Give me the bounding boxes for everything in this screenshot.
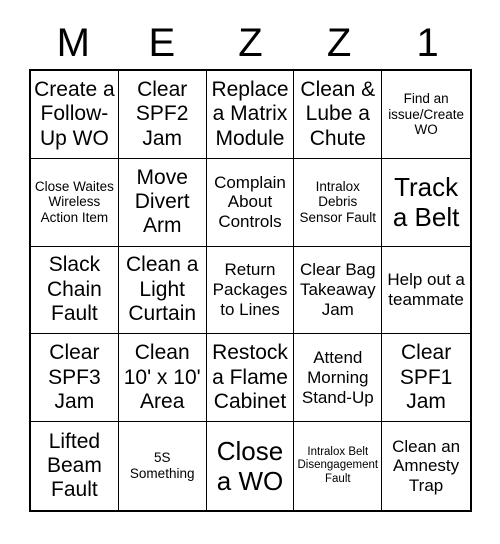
bingo-cell-label: Complain About Controls [214,172,286,232]
bingo-cell[interactable]: Clean & Lube a Chute [294,71,383,159]
bingo-cell[interactable]: Lifted Beam Fault [31,422,119,510]
bingo-cell[interactable]: 5S Something [118,422,207,510]
bingo-cell[interactable]: Close Waites Wireless Action Item [31,158,119,247]
bingo-cell[interactable]: Intralox Belt Disengagement Fault [294,422,383,510]
bingo-cell-label: Clear SPF3 Jam [48,341,101,413]
bingo-cell-label: 5S Something [129,450,195,482]
bingo-cell[interactable]: Attend Morning Stand-Up [294,334,383,423]
bingo-cell-label: Replace a Matrix Module [211,77,289,150]
bingo-cell[interactable]: Clean 10' x 10' Area [118,334,207,423]
bingo-cell-label: Return Packages to Lines [212,260,288,319]
header-letter-2: E [148,20,176,65]
bingo-cell-label: Find an issue/Create WO [388,90,464,138]
header-letter-3: Z [238,20,263,65]
bingo-cell[interactable]: Clear Bag Takeaway Jam [294,246,383,335]
bingo-cell[interactable]: Replace a Matrix Module [206,71,295,159]
bingo-cell-label: Close a WO [216,435,284,497]
header-letter-1: M [56,20,90,65]
bingo-cell-label: Clean an Amnesty Trap [392,436,461,495]
bingo-header-letters: M E Z Z 1 [29,16,472,69]
bingo-cell-label: Clear SPF2 Jam [135,77,189,150]
bingo-cell-label: Clear Bag Takeaway Jam [299,260,376,319]
bingo-cell[interactable]: Intralox Debris Sensor Fault [294,158,383,247]
bingo-cell-label: Help out a teammate [387,270,465,309]
bingo-cell[interactable]: Clear SPF1 Jam [382,334,470,423]
header-letter-4: Z [326,20,352,65]
bingo-cell[interactable]: Clean an Amnesty Trap [382,422,470,510]
bingo-cell-label: Clean 10' x 10' Area [123,341,201,413]
bingo-cell[interactable]: Clear SPF2 Jam [118,71,207,159]
bingo-cell[interactable]: Track a Belt [382,158,470,247]
bingo-cell[interactable]: Complain About Controls [206,158,295,247]
bingo-cell-label: Track a Belt [392,172,460,233]
bingo-cell-label: Lifted Beam Fault [46,429,102,502]
bingo-cell-label: Create a Follow-Up WO [34,77,115,150]
bingo-cell[interactable]: Restock a Flame Cabinet [206,334,295,423]
bingo-card: M E Z Z 1 Create a Follow-Up WO Clear SP… [0,0,500,544]
bingo-cell-label: Clear SPF1 Jam [399,341,453,413]
bingo-cell-label: Intralox Debris Sensor Fault [299,178,377,226]
bingo-cell[interactable]: Clear SPF3 Jam [31,334,119,423]
bingo-cell-label: Close Waites Wireless Action Item [34,178,114,226]
bingo-cell[interactable]: Slack Chain Fault [31,246,119,335]
bingo-cell-label: Clean & Lube a Chute [300,77,376,150]
bingo-cell-label: Clean a Light Curtain [126,253,199,326]
bingo-cell[interactable]: Help out a teammate [382,246,470,335]
bingo-cell-label: Intralox Belt Disengagement Fault [297,446,379,485]
bingo-cell[interactable]: Move Divert Arm [118,158,207,247]
bingo-cell[interactable]: Return Packages to Lines [206,246,295,335]
bingo-cell-label: Attend Morning Stand-Up [301,348,374,407]
header-letter-5: 1 [416,20,439,65]
bingo-cell-label: Slack Chain Fault [46,253,102,326]
bingo-grid: Create a Follow-Up WO Clear SPF2 Jam Rep… [29,69,472,512]
bingo-cell[interactable]: Create a Follow-Up WO [31,71,119,159]
bingo-cell[interactable]: Clean a Light Curtain [118,246,207,335]
bingo-cell-label: Restock a Flame Cabinet [212,341,288,413]
bingo-cell-label: Move Divert Arm [134,165,190,238]
bingo-cell[interactable]: Find an issue/Create WO [382,71,470,159]
bingo-cell[interactable]: Close a WO [206,422,295,510]
